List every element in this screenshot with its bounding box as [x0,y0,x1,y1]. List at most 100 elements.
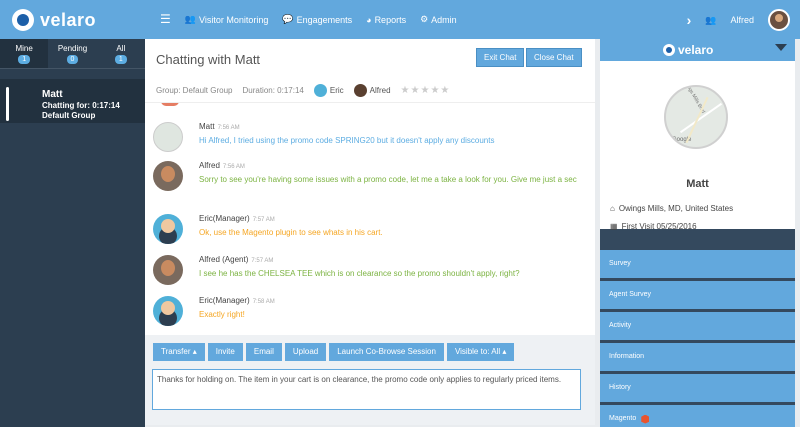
rating-stars[interactable]: ★★★★★ [401,85,451,96]
chat-title: Chatting with Matt [156,52,261,67]
tab-all[interactable]: All 1 [97,39,145,68]
agent-avatar [153,161,183,191]
message-avatar-partial [161,103,179,106]
nav-label: Engagements [296,14,353,25]
section-label: History [609,384,631,391]
avatar [353,84,367,97]
hamburger-menu-icon[interactable]: ☰ [160,13,171,25]
invite-button[interactable]: Invite [207,343,243,361]
count-badge: 1 [18,55,31,64]
section-label: Agent Survey [609,291,652,298]
message-time: 7:56 AM [217,125,240,131]
co-browse-button[interactable]: Launch Co-Browse Session [329,343,444,361]
nav-label: Reports [374,14,407,25]
visitor-location-map: Owings Mills Blvd Google [664,85,728,149]
message-header: Eric(Manager) 7:57 AM [199,214,275,223]
chat-meta: Group: Default Group Duration: 0:17:14 E… [156,84,450,97]
nav-visitor-monitoring[interactable]: 👥 Visitor Monitoring [185,14,269,25]
message-author: Matt [199,122,215,131]
visitor-map-avatar [153,122,183,152]
team-icon[interactable]: 👥 [705,15,716,26]
message: Eric(Manager) 7:57 AM Ok, use the Magento… [153,214,583,250]
message-header: Matt 7:56 AM [199,122,240,131]
nav-admin[interactable]: ⚙ Admin [420,14,457,25]
caret-down-icon[interactable] [775,44,787,51]
velaro-logo[interactable]: velaro [12,9,96,31]
section-label: Magento [609,415,637,422]
message-text: Sorry to see you're having some issues w… [199,175,577,184]
users-icon: 👥 [184,14,196,24]
message-author: Alfred [199,161,220,170]
message-author: Eric(Manager) [199,296,250,305]
message-list[interactable]: Matt 7:56 AM Hi Alfred, I tried using the… [145,103,595,335]
chat-visitor-name: Matt [42,89,63,100]
chat-list-sidebar: Mine 1 Pending 0 All 1 Matt Chatting for… [0,39,145,427]
chat-tabs: Mine 1 Pending 0 All 1 [0,39,145,69]
message-author: Eric(Manager) [199,214,250,223]
message: Alfred 7:56 AM Sorry to see you're having… [153,161,583,197]
chevron-right-icon[interactable]: › [687,12,692,28]
section-label: Information [609,353,645,360]
velaro-logo-icon [663,44,675,56]
chat-duration-label: Duration: 0:17:14 [242,86,304,95]
brand-name: velaro [40,9,97,30]
section-information[interactable]: Information [600,343,795,371]
email-button[interactable]: Email [245,343,282,361]
exit-chat-button[interactable]: Exit Chat [476,48,525,67]
location-text: Owings Mills, MD, United States [618,204,734,213]
count-badge: 1 [114,55,127,64]
tab-pending[interactable]: Pending 0 [48,39,96,68]
velaro-logo-icon [12,9,34,31]
nav-label: Visitor Monitoring [198,14,269,25]
participant-alfred[interactable]: Alfred [353,84,391,97]
user-avatar[interactable] [768,9,790,31]
section-magento[interactable]: Magento [600,405,795,427]
section-activity[interactable]: Activity [600,312,795,340]
message-time: 7:58 AM [252,299,275,305]
gear-icon: ⚙ [420,14,429,24]
close-chat-button[interactable]: Close Chat [526,48,582,67]
visitor-panel: velaro Owings Mills Blvd Google Matt ⌂ O… [600,39,795,427]
nav-engagements[interactable]: 💬 Engagements [282,14,352,25]
manager-avatar [153,214,183,244]
message-header: Alfred (Agent) 7:57 AM [199,255,273,264]
upload-button[interactable]: Upload [284,343,327,361]
active-chat-item[interactable]: Matt Chatting for: 0:17:14 Default Group [0,79,145,123]
user-name[interactable]: Alfred [730,15,754,25]
section-label: Survey [609,260,631,267]
count-badge: 0 [66,55,79,64]
transfer-button[interactable]: Transfer ▴ [153,343,205,361]
participant-eric[interactable]: Eric [313,84,344,97]
nav-reports[interactable]: ◕ Reports [366,15,406,25]
visibility-dropdown[interactable]: Visible to: All ▴ [446,343,515,361]
message-time: 7:56 AM [222,164,245,170]
chat-group: Default Group [42,111,96,120]
brand-name: velaro [678,43,714,57]
google-logo: Google [672,137,692,143]
visitor-first-visit: ▦ First Visit 05/25/2016 [610,222,697,231]
section-label: Activity [609,322,632,329]
message-header: Eric(Manager) 7:58 AM [199,296,275,305]
participant-name: Eric [329,86,344,95]
message: Alfred (Agent) 7:57 AM I see he has the C… [153,255,583,291]
chat-header: Chatting with Matt Exit Chat Close Chat … [145,39,595,103]
top-bar: velaro ☰ 👥 Visitor Monitoring 💬 Engageme… [0,0,800,39]
message-composer: Transfer ▴ Invite Email Upload Launch Co… [145,335,595,425]
tab-mine[interactable]: Mine 1 [0,39,49,68]
message-input[interactable]: Thanks for holding on. The item in your … [152,369,581,410]
section-agent-survey[interactable]: Agent Survey [600,281,795,309]
chart-icon: ◕ [366,14,372,25]
manager-avatar [153,296,183,326]
message-author: Alfred (Agent) [199,255,249,264]
section-survey[interactable]: Survey [600,250,795,278]
section-history[interactable]: History [600,374,795,402]
visitor-name: Matt [686,178,709,190]
message-text: Hi Alfred, I tried using the promo code … [199,136,495,145]
visitor-location: ⌂ Owings Mills, MD, United States [610,204,733,213]
velaro-logo: velaro [663,43,713,57]
composer-toolbar: Transfer ▴ Invite Email Upload Launch Co… [153,343,515,361]
chat-panel: Chatting with Matt Exit Chat Close Chat … [145,39,595,425]
main-nav: ☰ 👥 Visitor Monitoring 💬 Engagements ◕ R… [160,13,457,25]
chat-icon: 💬 [282,14,294,24]
message-time: 7:57 AM [251,258,274,264]
